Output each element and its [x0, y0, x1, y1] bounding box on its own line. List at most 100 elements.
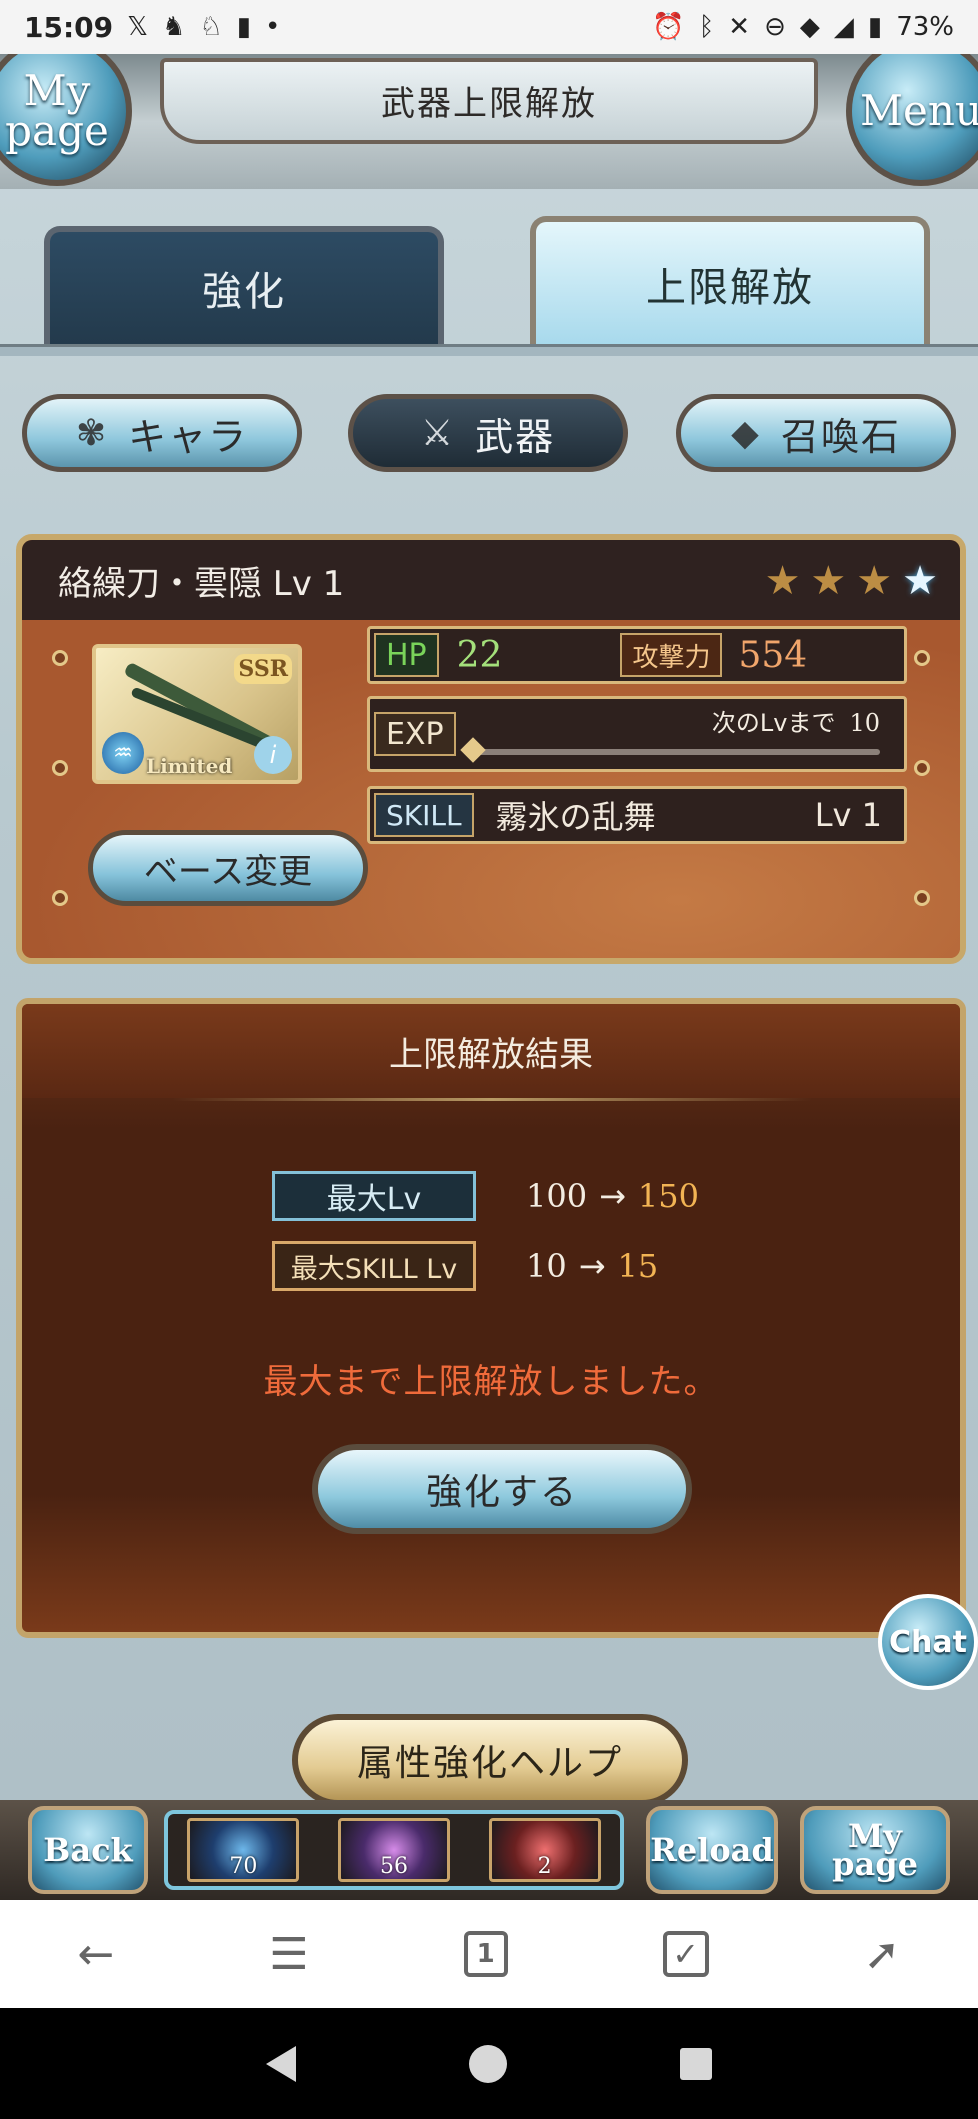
base-change-button[interactable]: ベース変更	[88, 830, 368, 906]
stamina-item[interactable]: 70	[187, 1818, 300, 1882]
chara-icon: ✾	[75, 412, 109, 454]
info-icon[interactable]: i	[254, 736, 292, 774]
menu-orb-button[interactable]: Menu	[846, 54, 978, 186]
tab-count-icon[interactable]: 1	[463, 1931, 508, 1977]
page-title: 武器上限解放	[160, 58, 818, 144]
arrow-icon: →	[599, 1177, 626, 1215]
star-icon: ★	[856, 558, 893, 604]
rivet-decoration	[52, 890, 68, 906]
category-chara-button[interactable]: ✾ キャラ	[22, 394, 302, 472]
exp-next-label: 次のLvまで	[711, 709, 836, 737]
rivet-decoration	[52, 650, 68, 666]
exp-bar	[470, 749, 880, 755]
exp-next-text: 次のLvまで 10	[712, 703, 880, 738]
uncap-result-panel: 上限解放結果 最大Lv 100 → 150 最大SKILL Lv 10 → 15…	[16, 998, 966, 1638]
category-label: キャラ	[128, 414, 249, 459]
weapon-thumbnail[interactable]: SSR ♒ Limited i	[92, 644, 302, 784]
stamina-item[interactable]: 56	[337, 1818, 450, 1882]
rocket-icon[interactable]: ➚	[864, 1929, 901, 1980]
mute-icon: ✕	[728, 12, 751, 42]
battery-percent: 73%	[896, 12, 954, 42]
wifi-icon: ◆	[799, 12, 820, 42]
status-bar: 15:09 𝕏 ♞ ♘ ▮ • ⏰ ᛒ ✕ ⊖ ◆ ◢ ▮ 73%	[0, 0, 978, 54]
skill-label: SKILL	[374, 793, 474, 837]
stamina-count: 2	[537, 1854, 552, 1879]
bluetooth-icon: ᛒ	[698, 12, 715, 42]
alarm-icon: ⏰	[652, 12, 685, 42]
swords-icon: ⚔	[420, 412, 456, 454]
stamina-item[interactable]: 2	[488, 1818, 601, 1882]
exp-label: EXP	[374, 712, 456, 756]
tab-bar: 強化 上限解放	[0, 214, 978, 404]
star-icon: ★	[764, 558, 801, 604]
mypage-button[interactable]: My page	[800, 1806, 950, 1894]
hp-value: 22	[456, 634, 503, 676]
game-bottom-nav: Back 70 56 2 Reload My page	[0, 1800, 978, 1900]
stamina-area: 70 56 2	[164, 1810, 624, 1890]
status-left-icons: 𝕏 ♞ ♘ ▮ •	[127, 12, 280, 42]
category-weapon-button[interactable]: ⚔ 武器	[348, 394, 628, 472]
rarity-badge: SSR	[234, 654, 292, 684]
exp-box: EXP 次のLvまで 10	[367, 696, 907, 772]
water-element-icon: ♒	[102, 732, 144, 774]
category-summon-button[interactable]: ◆ 召喚石	[676, 394, 956, 472]
uncap-stars: ★ ★ ★ ★	[765, 558, 938, 604]
app-icon: ♞	[162, 12, 186, 42]
crystal-icon: ◆	[731, 412, 761, 454]
browser-nav: ← ☰ 1 ✓ ➚	[0, 1900, 978, 2008]
category-row: ✾ キャラ ⚔ 武器 ◆ 召喚石	[0, 394, 978, 484]
result-message: 最大まで上限解放しました。	[263, 1362, 719, 1402]
back-arrow-icon[interactable]: ←	[77, 1929, 114, 1980]
star-icon: ★	[810, 558, 847, 604]
signal-icon: ◢	[833, 12, 854, 42]
new-value: 150	[637, 1177, 699, 1215]
exp-next-value: 10	[849, 709, 880, 737]
status-time: 15:09	[24, 10, 114, 44]
hp-label: HP	[374, 633, 439, 677]
battery-icon: ▮	[867, 12, 883, 42]
checkbox-icon[interactable]: ✓	[662, 1931, 709, 1977]
new-value: 15	[617, 1247, 659, 1285]
rivet-decoration	[914, 650, 930, 666]
max-skill-lv-label: 最大SKILL Lv	[272, 1241, 476, 1291]
weapon-card: 絡繰刀・雲隠 Lv 1 ★ ★ ★ ★ SSR ♒ Limited i ベース変…	[16, 534, 966, 964]
result-divider	[172, 1098, 812, 1101]
max-lv-row: 最大Lv 100 → 150	[272, 1170, 699, 1222]
x-icon: 𝕏	[127, 12, 149, 42]
atk-label: 攻撃力	[620, 633, 723, 677]
android-home-icon[interactable]	[468, 2044, 507, 2083]
limited-badge: Limited	[146, 754, 233, 778]
rivet-decoration	[914, 760, 930, 776]
category-label: 武器	[475, 414, 556, 459]
weapon-name: 絡繰刀・雲隠 Lv 1	[58, 563, 345, 604]
skill-name: 霧氷の乱舞	[495, 798, 656, 836]
menu-icon[interactable]: ☰	[269, 1929, 308, 1980]
max-skill-lv-row: 最大SKILL Lv 10 → 15	[272, 1240, 658, 1292]
tab-enhance[interactable]: 強化	[44, 226, 444, 344]
dnd-icon: ⊖	[764, 12, 786, 42]
reload-button[interactable]: Reload	[646, 1806, 778, 1894]
rivet-decoration	[914, 890, 930, 906]
android-nav	[0, 2008, 978, 2119]
back-button[interactable]: Back	[28, 1806, 148, 1894]
stats-hp-atk: HP 22 攻撃力 554	[367, 626, 907, 684]
old-value: 100	[526, 1177, 588, 1215]
android-back-icon[interactable]	[266, 2045, 297, 2082]
weapon-card-body: SSR ♒ Limited i ベース変更 HP 22 攻撃力 554 EXP …	[22, 620, 960, 958]
blue-star-icon: ★	[902, 558, 938, 604]
mypage-orb-button[interactable]: My page	[0, 54, 132, 186]
skill-level: Lv 1	[814, 796, 882, 834]
chat-button[interactable]: Chat	[878, 1594, 978, 1690]
atk-value: 554	[738, 634, 808, 676]
enhance-button[interactable]: 強化する	[312, 1444, 692, 1534]
element-help-button[interactable]: 属性強化ヘルプ	[292, 1714, 688, 1806]
result-title: 上限解放結果	[22, 1004, 960, 1098]
exp-knob-icon	[460, 737, 486, 763]
category-label: 召喚石	[780, 414, 901, 459]
android-recents-icon[interactable]	[679, 2047, 712, 2080]
dot-icon: •	[265, 12, 281, 42]
app-icon: ▮	[236, 12, 252, 42]
skill-box: SKILL 霧氷の乱舞 Lv 1	[367, 786, 907, 844]
status-right-icons: ⏰ ᛒ ✕ ⊖ ◆ ◢ ▮ 73%	[652, 12, 954, 42]
tab-uncap[interactable]: 上限解放	[530, 216, 930, 346]
